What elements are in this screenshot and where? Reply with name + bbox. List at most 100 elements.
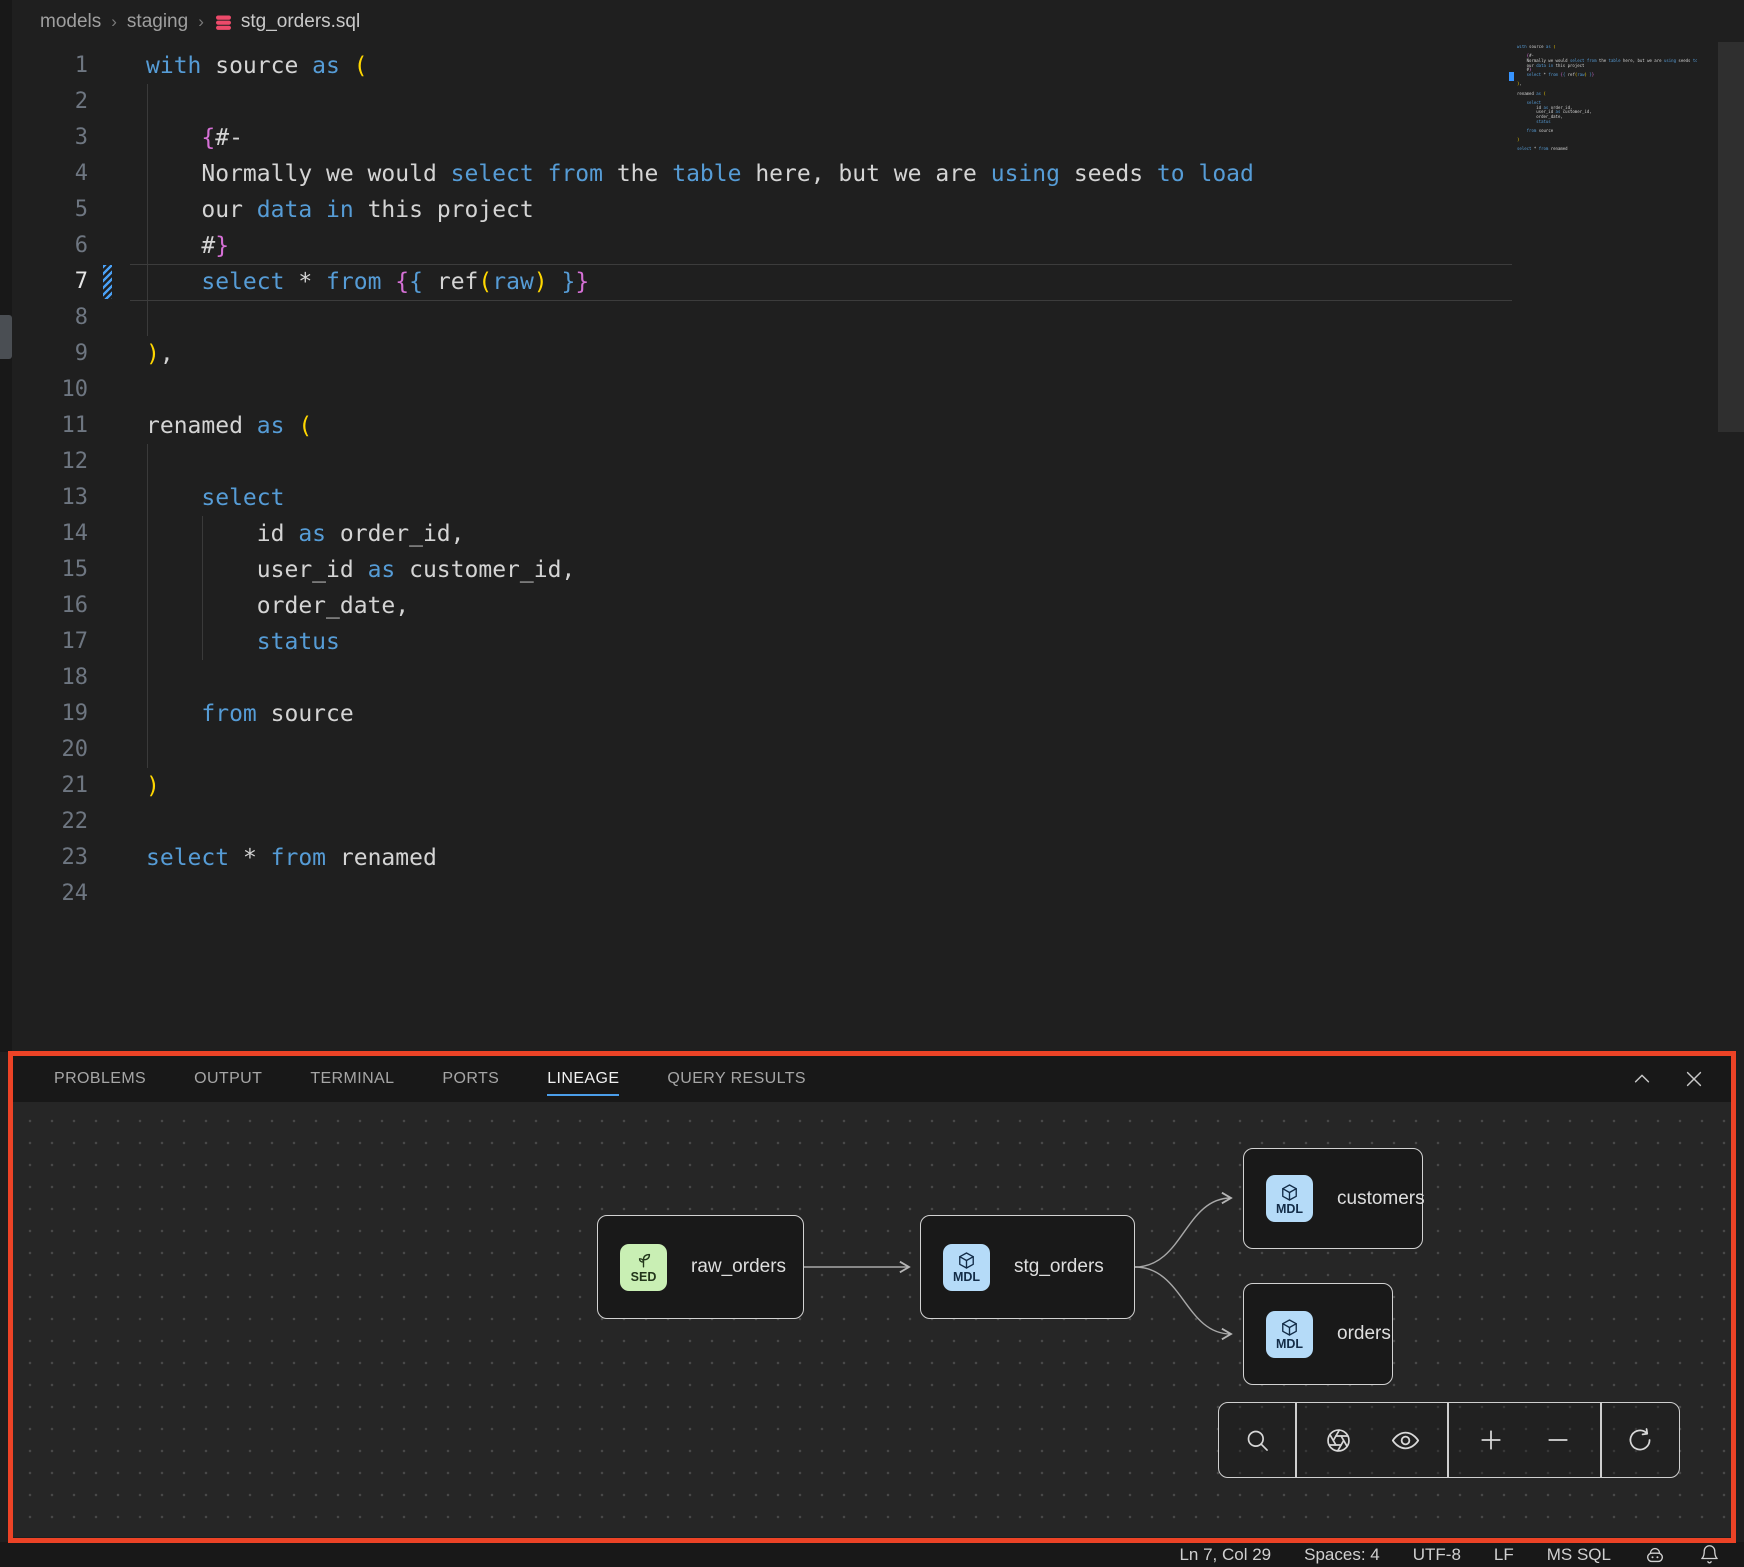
code-line-16[interactable]: 16 order_date, [12,588,1744,624]
eye-icon [1391,1426,1420,1455]
close-panel-button[interactable] [1683,1068,1705,1090]
minimap-modified-marker [1509,72,1514,81]
tab-terminal[interactable]: TERMINAL [310,1056,394,1102]
seedling-icon [634,1251,653,1270]
code-text: select * from {{ ref(raw) }} [146,264,589,300]
breadcrumb-item-file[interactable]: stg_orders.sql [214,11,360,33]
tab-lineage[interactable]: LINEAGE [547,1056,619,1102]
code-line-18[interactable]: 18 [12,660,1744,696]
cube-icon [1280,1318,1299,1337]
code-line-13[interactable]: 13 select [12,480,1744,516]
code-text: renamed as ( [146,408,312,444]
database-icon [214,13,233,32]
line-number: 15 [12,552,88,588]
zoom-out-button[interactable] [1534,1416,1582,1464]
status-bar: Ln 7, Col 29 Spaces: 4 UTF-8 LF MS SQL [0,1542,1744,1567]
bell-icon [1699,1544,1720,1565]
badge-label: MDL [953,1271,980,1283]
line-number: 8 [12,300,88,336]
search-button[interactable] [1233,1416,1281,1464]
edge-stg-to-orders [1135,1267,1231,1334]
line-number: 19 [12,696,88,732]
model-badge: MDL [1266,1175,1313,1222]
tab-problems[interactable]: PROBLEMS [54,1056,146,1102]
code-line-1[interactable]: 1with source as ( [12,48,1744,84]
code-editor[interactable]: 1with source as (23 {#-4 Normally we wou… [12,48,1744,928]
model-badge: MDL [1266,1311,1313,1358]
status-encoding[interactable]: UTF-8 [1413,1545,1461,1565]
refresh-button[interactable] [1616,1416,1664,1464]
lineage-graph[interactable]: SED raw_orders MDL stg_orders [13,1102,1731,1537]
search-icon [1244,1427,1271,1454]
code-line-12[interactable]: 12 [12,444,1744,480]
tab-output[interactable]: OUTPUT [194,1056,262,1102]
zoom-in-button[interactable] [1467,1416,1515,1464]
code-line-4[interactable]: 4 Normally we would select from the tabl… [12,156,1744,192]
editor-scrollbar[interactable] [1718,42,1744,432]
line-number: 16 [12,588,88,624]
code-line-9[interactable]: 9), [12,336,1744,372]
code-line-3[interactable]: 3 {#- [12,120,1744,156]
code-line-21[interactable]: 21) [12,768,1744,804]
notifications-button[interactable] [1699,1544,1720,1565]
refresh-icon [1626,1426,1654,1454]
code-line-7[interactable]: 7 select * from {{ ref(raw) }} [12,264,1744,300]
code-line-23[interactable]: 23select * from renamed [12,840,1744,876]
node-label: raw_orders [691,1256,786,1278]
lineage-node-raw-orders[interactable]: SED raw_orders [597,1215,804,1319]
tab-ports[interactable]: PORTS [442,1056,499,1102]
status-language-mode[interactable]: MS SQL [1547,1545,1611,1565]
seed-badge: SED [620,1244,667,1291]
code-line-20[interactable]: 20 [12,732,1744,768]
status-eol[interactable]: LF [1494,1545,1514,1565]
lineage-node-stg-orders[interactable]: MDL stg_orders [920,1215,1135,1319]
visibility-button[interactable] [1381,1416,1429,1464]
breadcrumb-item-staging[interactable]: staging [127,11,188,33]
lineage-node-customers[interactable]: MDL customers [1243,1148,1423,1249]
node-label: orders [1337,1323,1391,1345]
status-indentation[interactable]: Spaces: 4 [1304,1545,1380,1565]
aperture-button[interactable] [1315,1416,1363,1464]
line-number: 3 [12,120,88,156]
line-number: 21 [12,768,88,804]
code-text: {#- [146,120,243,156]
code-line-5[interactable]: 5 our data in this project [12,192,1744,228]
code-line-15[interactable]: 15 user_id as customer_id, [12,552,1744,588]
code-text: id as order_id, [146,516,465,552]
code-line-2[interactable]: 2 [12,84,1744,120]
badge-label: MDL [1276,1338,1303,1350]
line-number: 9 [12,336,88,372]
minimap[interactable]: with source as ( {#- Normally we would s… [1517,45,1697,157]
code-line-14[interactable]: 14 id as order_id, [12,516,1744,552]
line-number: 13 [12,480,88,516]
tab-query-results[interactable]: QUERY RESULTS [667,1056,806,1102]
sidebar-scrollbar[interactable] [0,315,12,359]
code-line-24[interactable]: 24 [12,876,1744,912]
node-label: customers [1337,1188,1425,1210]
code-line-22[interactable]: 22 [12,804,1744,840]
code-line-8[interactable]: 8 [12,300,1744,336]
node-label: stg_orders [1014,1256,1104,1278]
line-number: 6 [12,228,88,264]
plus-icon [1477,1426,1505,1454]
copilot-button[interactable] [1644,1544,1666,1566]
close-icon [1683,1068,1705,1090]
minus-icon [1544,1426,1572,1454]
line-number: 18 [12,660,88,696]
lineage-node-orders[interactable]: MDL orders [1243,1283,1393,1385]
code-line-10[interactable]: 10 [12,372,1744,408]
maximize-panel-button[interactable] [1631,1068,1653,1090]
code-line-6[interactable]: 6 #} [12,228,1744,264]
modified-line-indicator [103,265,112,299]
status-cursor-position[interactable]: Ln 7, Col 29 [1179,1545,1271,1565]
code-text: select * from renamed [146,840,437,876]
breadcrumb-item-models[interactable]: models [40,11,101,33]
code-line-17[interactable]: 17 status [12,624,1744,660]
minimap-line [1517,152,1697,157]
code-text: #} [146,228,229,264]
code-text: order_date, [146,588,409,624]
line-number: 10 [12,372,88,408]
code-line-19[interactable]: 19 from source [12,696,1744,732]
line-number: 7 [12,264,88,300]
code-line-11[interactable]: 11renamed as ( [12,408,1744,444]
